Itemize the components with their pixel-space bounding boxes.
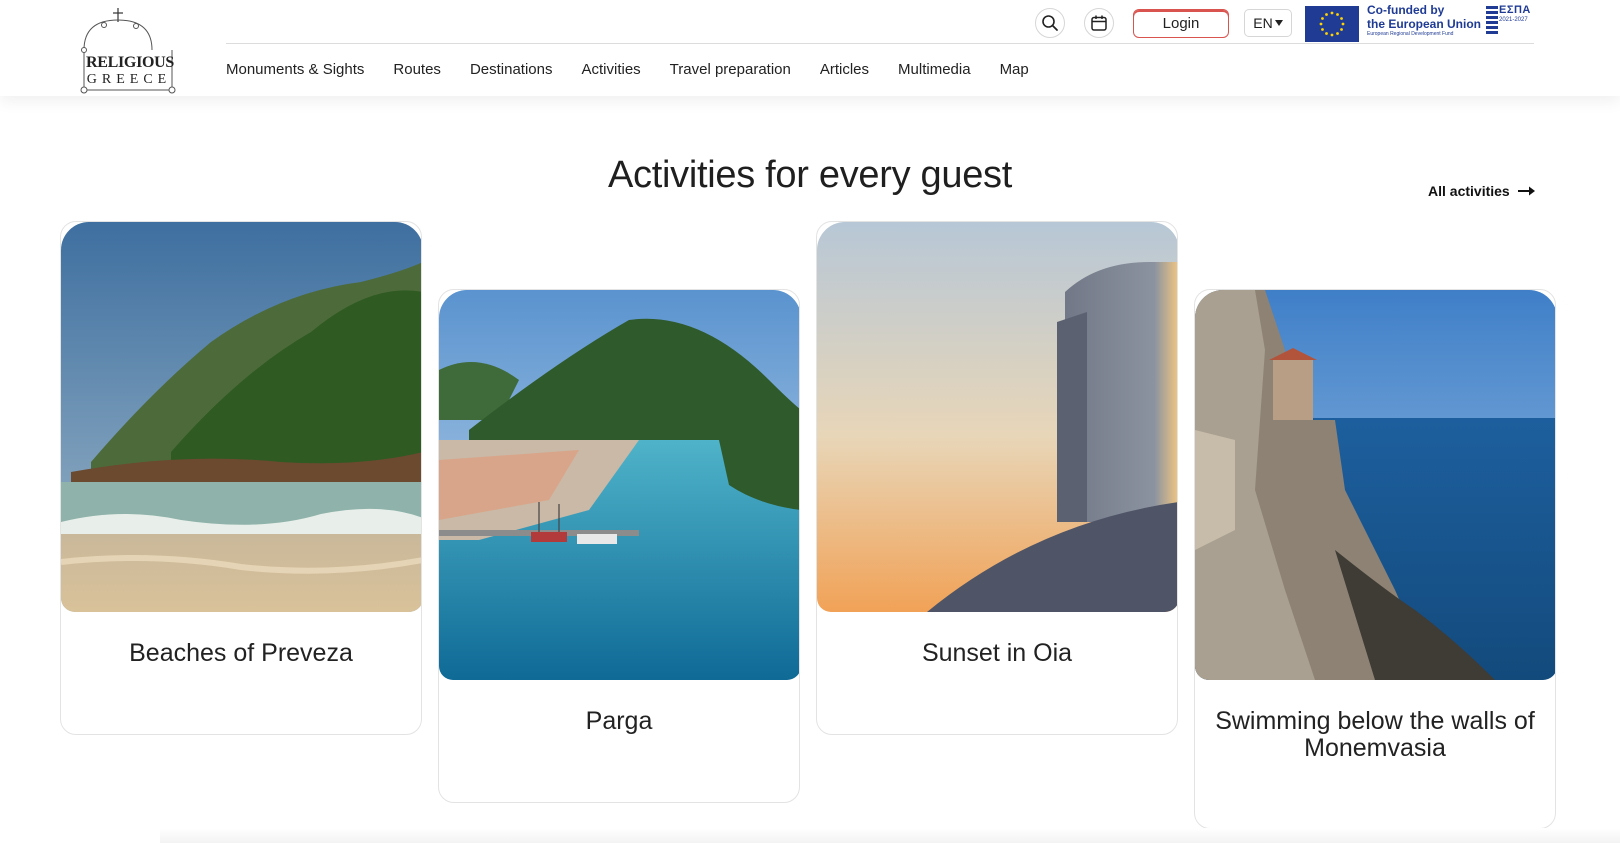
calendar-button[interactable] [1084, 8, 1114, 38]
all-activities-link[interactable]: All activities [1428, 183, 1536, 199]
card-image-monemvasia-walls [1195, 290, 1555, 680]
nav-item-travel-preparation[interactable]: Travel preparation [670, 61, 791, 78]
search-icon [1042, 15, 1058, 31]
eu-star [1340, 28, 1343, 31]
eu-star [1336, 13, 1339, 16]
card-title: Parga [585, 707, 653, 735]
activity-card-beaches-of-preveza[interactable]: Beaches of Preveza [60, 221, 422, 735]
card-image-oia-sunset [817, 222, 1177, 612]
nav-item-multimedia[interactable]: Multimedia [898, 61, 971, 78]
eu-star [1330, 33, 1334, 37]
espa-stripes-icon [1486, 6, 1498, 34]
logo-text-religious: RELIGIOUS [86, 54, 174, 71]
eu-flag-icon [1305, 6, 1359, 42]
main-nav: Monuments & Sights Routes Destinations A… [226, 61, 1029, 78]
eu-star [1321, 17, 1324, 20]
header-divider [226, 43, 1534, 44]
calendar-icon [1091, 15, 1107, 31]
logo-text-greece: GREECE [86, 72, 172, 87]
all-activities-label: All activities [1428, 183, 1510, 199]
eu-cofunded-text: Co-funded by the European Union European… [1367, 3, 1481, 37]
religious-greece-logo[interactable]: RELIGIOUS GREECE [80, 6, 178, 96]
eu-line-1: Co-funded by [1367, 3, 1445, 17]
nav-item-articles[interactable]: Articles [820, 61, 869, 78]
arrow-right-icon [1517, 186, 1535, 196]
site-header: RELIGIOUS GREECE Monuments & Sights Rout… [0, 0, 1620, 96]
eu-line-2: the European Union [1367, 17, 1481, 31]
espa-title: ΕΣΠΑ [1499, 4, 1531, 16]
caret-down-icon [1274, 20, 1283, 26]
nav-item-monuments-sights[interactable]: Monuments & Sights [226, 61, 364, 78]
activity-card-parga[interactable]: Parga [438, 289, 800, 803]
card-image-preveza-beach [61, 222, 421, 612]
eu-star [1340, 17, 1343, 20]
section-title: Activities for every guest [607, 154, 1013, 196]
nav-item-routes[interactable]: Routes [393, 61, 441, 78]
eu-star [1341, 22, 1345, 26]
espa-logo: ΕΣΠΑ 2021-2027 [1486, 4, 1534, 42]
activity-card-sunset-in-oia[interactable]: Sunset in Oia [816, 221, 1178, 735]
nav-item-activities[interactable]: Activities [581, 61, 640, 78]
eu-star [1321, 28, 1324, 31]
language-label: EN [1253, 15, 1273, 31]
eu-star [1325, 32, 1328, 35]
nav-item-map[interactable]: Map [1000, 61, 1029, 78]
login-button[interactable]: Login [1133, 9, 1229, 38]
bottom-edge [160, 828, 1620, 843]
language-selector[interactable]: EN [1244, 9, 1292, 37]
eu-star [1325, 13, 1328, 16]
eu-star [1336, 32, 1339, 35]
card-title: Sunset in Oia [921, 639, 1073, 667]
card-title: Swimming below the walls of Monemvasia [1215, 707, 1535, 762]
search-button[interactable] [1035, 8, 1065, 38]
espa-years: 2021-2027 [1499, 17, 1528, 23]
eu-star [1330, 11, 1334, 15]
card-title: Beaches of Preveza [129, 639, 353, 667]
eu-star [1319, 22, 1323, 26]
activity-card-monemvasia[interactable]: Swimming below the walls of Monemvasia [1194, 289, 1556, 829]
nav-item-destinations[interactable]: Destinations [470, 61, 553, 78]
card-image-parga [439, 290, 799, 680]
eu-line-3: European Regional Development Fund [1367, 31, 1454, 37]
